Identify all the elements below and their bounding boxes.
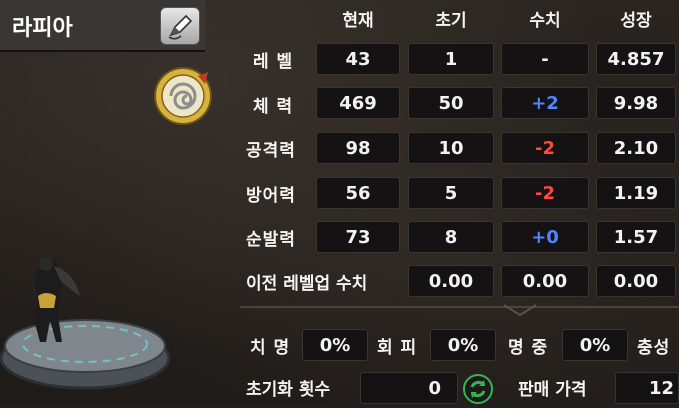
level-current: 43 <box>316 43 400 75</box>
prev-levelup-label: 이전 레벨업 수치 <box>246 273 368 294</box>
hp-current: 469 <box>316 87 400 119</box>
reset-count-value: 0 <box>360 372 458 404</box>
level-initial: 1 <box>408 43 494 75</box>
row-label-defense: 방어력 <box>246 185 296 206</box>
defense-initial: 5 <box>408 177 494 209</box>
attack-growth: 2.10 <box>596 132 676 164</box>
element-dial-icon <box>154 67 212 125</box>
attack-initial: 10 <box>408 132 494 164</box>
defense-current: 56 <box>316 177 400 209</box>
agility-delta: +0 <box>501 221 589 253</box>
reset-count-label: 초기화 횟수 <box>246 379 331 400</box>
header-current: 현재 <box>342 10 374 31</box>
attack-current: 98 <box>316 132 400 164</box>
attack-delta: -2 <box>501 132 589 164</box>
prev-levelup-value-1: 0.00 <box>408 265 494 297</box>
level-growth: 4.857 <box>596 43 676 75</box>
header-delta: 수치 <box>529 10 561 31</box>
pen-icon <box>168 14 193 40</box>
crit-value: 0% <box>302 329 368 361</box>
character-sprite <box>0 257 171 390</box>
agility-current: 73 <box>316 221 400 253</box>
row-label-level: 레 벨 <box>253 51 294 72</box>
hp-growth: 9.98 <box>596 87 676 119</box>
row-label-agility: 순발력 <box>246 229 296 250</box>
divider-chevron-icon <box>503 304 537 317</box>
evade-value: 0% <box>430 329 496 361</box>
section-divider <box>240 306 679 308</box>
sell-price-number: 12 <box>648 377 674 399</box>
character-name-bar: 라피아 <box>0 0 205 52</box>
sell-price-value: 12 <box>615 372 679 404</box>
accuracy-value: 0% <box>562 329 628 361</box>
defense-delta: -2 <box>501 177 589 209</box>
reset-count-number: 0 <box>428 377 441 399</box>
hp-initial: 50 <box>408 87 494 119</box>
crit-label: 치 명 <box>250 337 291 358</box>
agility-initial: 8 <box>408 221 494 253</box>
sell-price-label: 판매 가격 <box>518 379 587 400</box>
header-initial: 초기 <box>435 10 467 31</box>
loyalty-label: 충성 <box>637 337 671 358</box>
character-name: 라피아 <box>12 16 73 41</box>
agility-growth: 1.57 <box>596 221 676 253</box>
prev-levelup-value-3: 0.00 <box>596 265 676 297</box>
evade-label: 회 피 <box>377 337 418 358</box>
header-growth: 성장 <box>620 10 652 31</box>
reset-button[interactable] <box>463 374 493 404</box>
refresh-icon <box>463 374 493 404</box>
prev-levelup-value-2: 0.00 <box>501 265 589 297</box>
level-delta: - <box>501 43 589 75</box>
defense-growth: 1.19 <box>596 177 676 209</box>
row-label-attack: 공격력 <box>246 140 296 161</box>
row-label-hp: 체 력 <box>253 96 294 117</box>
accuracy-label: 명 중 <box>508 337 549 358</box>
edit-name-button[interactable] <box>160 7 200 45</box>
hp-delta: +2 <box>501 87 589 119</box>
